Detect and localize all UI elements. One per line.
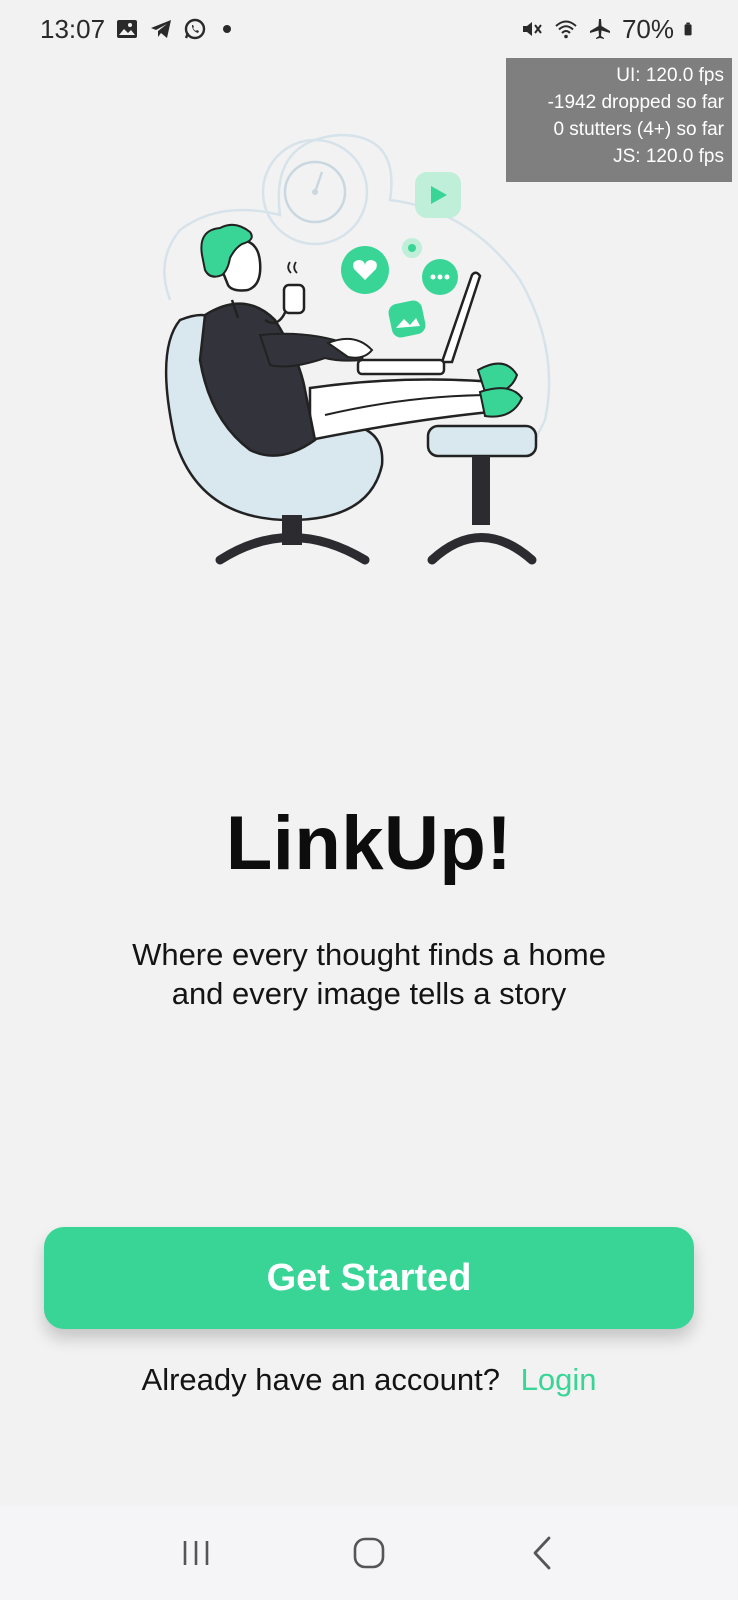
perf-dropped: -1942 dropped so far <box>547 92 724 113</box>
battery-icon <box>684 22 692 36</box>
photo-bubble-icon <box>388 300 426 338</box>
notification-dot <box>223 25 232 33</box>
recent-apps-button[interactable] <box>166 1523 226 1583</box>
login-row: Already have an account? Login <box>0 1362 738 1398</box>
home-icon <box>353 1537 385 1569</box>
app-tagline: Where every thought finds a home and eve… <box>0 935 738 1013</box>
get-started-button[interactable]: Get Started <box>44 1227 694 1329</box>
tagline-line-2: and every image tells a story <box>171 976 567 1011</box>
mute-icon <box>522 22 542 36</box>
status-left: 13:07 <box>40 13 232 45</box>
ottoman <box>426 424 538 458</box>
status-time: 13:07 <box>40 13 106 44</box>
airplane-icon <box>589 19 610 39</box>
system-nav-bar <box>0 1506 738 1600</box>
login-prompt: Already have an account? <box>141 1362 500 1397</box>
recent-apps-icon <box>184 1541 209 1565</box>
whatsapp-icon <box>184 18 206 40</box>
status-bar: 13:07 70% <box>0 0 738 58</box>
gallery-icon <box>117 20 138 38</box>
perf-ui-fps: UI: 120.0 fps <box>616 65 724 86</box>
chat-bubble-icon <box>422 259 458 295</box>
app-title: LinkUp! <box>225 801 513 886</box>
home-button[interactable] <box>339 1523 399 1583</box>
back-button[interactable] <box>512 1523 572 1583</box>
wifi-icon <box>555 20 577 39</box>
status-right: 70% <box>520 14 698 45</box>
hero-illustration <box>163 133 551 565</box>
coffee-cup <box>282 283 306 315</box>
battery-percent: 70% <box>621 13 674 44</box>
tagline-line-1: Where every thought finds a home <box>132 937 606 972</box>
login-link[interactable]: Login <box>521 1362 597 1397</box>
telegram-icon <box>151 20 172 38</box>
heart-bubble-icon <box>341 246 389 294</box>
back-icon <box>533 1536 551 1570</box>
screen: 13:07 70% UI: 120.0 fps -1942 dropped so… <box>0 0 738 1600</box>
